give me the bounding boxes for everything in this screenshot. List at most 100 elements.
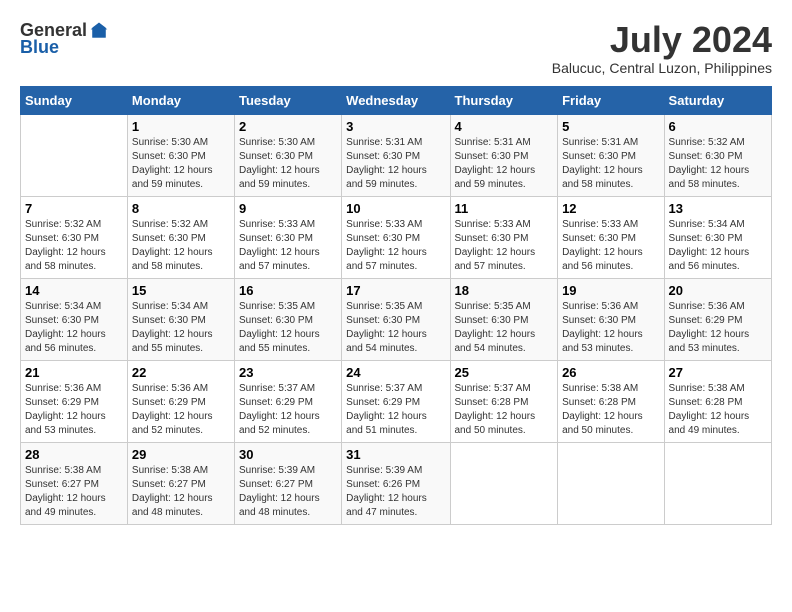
day-number: 3 (346, 119, 445, 134)
day-cell-10: 10 Sunrise: 5:33 AM Sunset: 6:30 PM Dayli… (342, 196, 450, 278)
day-info: Sunrise: 5:32 AM Sunset: 6:30 PM Dayligh… (25, 218, 123, 274)
day-cell-21: 21Sunrise: 5:36 AM Sunset: 6:29 PM Dayli… (21, 360, 128, 442)
day-info: Sunrise: 5:37 AM Sunset: 6:29 PM Dayligh… (239, 382, 337, 438)
day-info: Sunrise: 5:36 AM Sunset: 6:30 PM Dayligh… (562, 300, 659, 356)
day-number: 4 (455, 119, 554, 134)
day-number: 9 (239, 201, 337, 216)
day-info: Sunrise: 5:38 AM Sunset: 6:28 PM Dayligh… (669, 382, 767, 438)
day-cell-25: 25Sunrise: 5:37 AM Sunset: 6:28 PM Dayli… (450, 360, 558, 442)
day-info: Sunrise: 5:34 AM Sunset: 6:30 PM Dayligh… (132, 300, 230, 356)
day-info: Sunrise: 5:31 AM Sunset: 6:30 PM Dayligh… (562, 136, 659, 192)
day-info: Sunrise: 5:35 AM Sunset: 6:30 PM Dayligh… (455, 300, 554, 356)
day-number: 24 (346, 365, 445, 380)
empty-cell (21, 114, 128, 196)
week-row-3: 14 Sunrise: 5:34 AM Sunset: 6:30 PM Dayli… (21, 278, 772, 360)
day-cell-8: 8Sunrise: 5:32 AM Sunset: 6:30 PM Daylig… (127, 196, 234, 278)
empty-cell (558, 442, 664, 524)
day-number: 2 (239, 119, 337, 134)
day-number: 19 (562, 283, 659, 298)
day-info: Sunrise: 5:33 AM Sunset: 6:30 PM Dayligh… (562, 218, 659, 274)
day-info: Sunrise: 5:39 AM Sunset: 6:27 PM Dayligh… (239, 464, 337, 520)
header-row: SundayMondayTuesdayWednesdayThursdayFrid… (21, 86, 772, 114)
day-cell-7: 7 Sunrise: 5:32 AM Sunset: 6:30 PM Daylig… (21, 196, 128, 278)
week-row-5: 28 Sunrise: 5:38 AM Sunset: 6:27 PM Dayli… (21, 442, 772, 524)
day-number: 29 (132, 447, 230, 462)
day-info: Sunrise: 5:38 AM Sunset: 6:27 PM Dayligh… (25, 464, 123, 520)
day-number: 13 (669, 201, 767, 216)
day-info: Sunrise: 5:39 AM Sunset: 6:26 PM Dayligh… (346, 464, 445, 520)
day-info: Sunrise: 5:30 AM Sunset: 6:30 PM Dayligh… (132, 136, 230, 192)
day-cell-2: 2Sunrise: 5:30 AM Sunset: 6:30 PM Daylig… (234, 114, 341, 196)
day-number: 10 (346, 201, 445, 216)
day-cell-16: 16 Sunrise: 5:35 AM Sunset: 6:30 PM Dayli… (234, 278, 341, 360)
day-info: Sunrise: 5:38 AM Sunset: 6:28 PM Dayligh… (562, 382, 659, 438)
day-cell-1: 1 Sunrise: 5:30 AM Sunset: 6:30 PM Daylig… (127, 114, 234, 196)
day-info: Sunrise: 5:36 AM Sunset: 6:29 PM Dayligh… (669, 300, 767, 356)
day-cell-14: 14 Sunrise: 5:34 AM Sunset: 6:30 PM Dayli… (21, 278, 128, 360)
header-thursday: Thursday (450, 86, 558, 114)
day-cell-4: 4 Sunrise: 5:31 AM Sunset: 6:30 PM Daylig… (450, 114, 558, 196)
day-cell-23: 23 Sunrise: 5:37 AM Sunset: 6:29 PM Dayli… (234, 360, 341, 442)
day-number: 22 (132, 365, 230, 380)
title-section: July 2024 Balucuc, Central Luzon, Philip… (552, 20, 772, 76)
day-cell-17: 17 Sunrise: 5:35 AM Sunset: 6:30 PM Dayli… (342, 278, 450, 360)
day-cell-12: 12 Sunrise: 5:33 AM Sunset: 6:30 PM Dayli… (558, 196, 664, 278)
day-number: 16 (239, 283, 337, 298)
week-row-2: 7 Sunrise: 5:32 AM Sunset: 6:30 PM Daylig… (21, 196, 772, 278)
day-info: Sunrise: 5:36 AM Sunset: 6:29 PM Dayligh… (132, 382, 230, 438)
day-number: 7 (25, 201, 123, 216)
day-cell-22: 22 Sunrise: 5:36 AM Sunset: 6:29 PM Dayli… (127, 360, 234, 442)
day-number: 23 (239, 365, 337, 380)
day-info: Sunrise: 5:38 AM Sunset: 6:27 PM Dayligh… (132, 464, 230, 520)
day-number: 1 (132, 119, 230, 134)
day-cell-27: 27Sunrise: 5:38 AM Sunset: 6:28 PM Dayli… (664, 360, 771, 442)
logo: General Blue (20, 20, 109, 58)
header-wednesday: Wednesday (342, 86, 450, 114)
day-number: 11 (455, 201, 554, 216)
day-info: Sunrise: 5:31 AM Sunset: 6:30 PM Dayligh… (455, 136, 554, 192)
day-number: 30 (239, 447, 337, 462)
day-number: 12 (562, 201, 659, 216)
calendar-subtitle: Balucuc, Central Luzon, Philippines (552, 60, 772, 76)
day-info: Sunrise: 5:32 AM Sunset: 6:30 PM Dayligh… (132, 218, 230, 274)
day-info: Sunrise: 5:34 AM Sunset: 6:30 PM Dayligh… (669, 218, 767, 274)
day-cell-26: 26Sunrise: 5:38 AM Sunset: 6:28 PM Dayli… (558, 360, 664, 442)
day-cell-9: 9 Sunrise: 5:33 AM Sunset: 6:30 PM Daylig… (234, 196, 341, 278)
day-number: 17 (346, 283, 445, 298)
day-number: 5 (562, 119, 659, 134)
week-row-1: 1 Sunrise: 5:30 AM Sunset: 6:30 PM Daylig… (21, 114, 772, 196)
day-number: 14 (25, 283, 123, 298)
header-tuesday: Tuesday (234, 86, 341, 114)
day-info: Sunrise: 5:35 AM Sunset: 6:30 PM Dayligh… (346, 300, 445, 356)
day-info: Sunrise: 5:37 AM Sunset: 6:28 PM Dayligh… (455, 382, 554, 438)
day-cell-5: 5 Sunrise: 5:31 AM Sunset: 6:30 PM Daylig… (558, 114, 664, 196)
day-number: 21 (25, 365, 123, 380)
day-info: Sunrise: 5:33 AM Sunset: 6:30 PM Dayligh… (346, 218, 445, 274)
logo-blue: Blue (20, 37, 59, 58)
day-cell-20: 20 Sunrise: 5:36 AM Sunset: 6:29 PM Dayli… (664, 278, 771, 360)
day-cell-6: 6Sunrise: 5:32 AM Sunset: 6:30 PM Daylig… (664, 114, 771, 196)
day-cell-29: 29 Sunrise: 5:38 AM Sunset: 6:27 PM Dayli… (127, 442, 234, 524)
day-number: 18 (455, 283, 554, 298)
day-number: 28 (25, 447, 123, 462)
header-friday: Friday (558, 86, 664, 114)
day-info: Sunrise: 5:34 AM Sunset: 6:30 PM Dayligh… (25, 300, 123, 356)
day-info: Sunrise: 5:33 AM Sunset: 6:30 PM Dayligh… (455, 218, 554, 274)
day-cell-13: 13 Sunrise: 5:34 AM Sunset: 6:30 PM Dayli… (664, 196, 771, 278)
day-cell-3: 3Sunrise: 5:31 AM Sunset: 6:30 PM Daylig… (342, 114, 450, 196)
day-cell-15: 15Sunrise: 5:34 AM Sunset: 6:30 PM Dayli… (127, 278, 234, 360)
day-cell-18: 18 Sunrise: 5:35 AM Sunset: 6:30 PM Dayli… (450, 278, 558, 360)
day-info: Sunrise: 5:33 AM Sunset: 6:30 PM Dayligh… (239, 218, 337, 274)
calendar-title: July 2024 (552, 20, 772, 60)
header-sunday: Sunday (21, 86, 128, 114)
week-row-4: 21 Sunrise: 5:36 AM Sunset: 6:29 PM Dayli… (21, 360, 772, 442)
day-number: 20 (669, 283, 767, 298)
day-number: 31 (346, 447, 445, 462)
day-info: Sunrise: 5:35 AM Sunset: 6:30 PM Dayligh… (239, 300, 337, 356)
day-number: 6 (669, 119, 767, 134)
empty-cell (450, 442, 558, 524)
header-saturday: Saturday (664, 86, 771, 114)
empty-cell (664, 442, 771, 524)
page-header: General Blue July 2024 Balucuc, Central … (20, 20, 772, 76)
day-cell-28: 28 Sunrise: 5:38 AM Sunset: 6:27 PM Dayli… (21, 442, 128, 524)
